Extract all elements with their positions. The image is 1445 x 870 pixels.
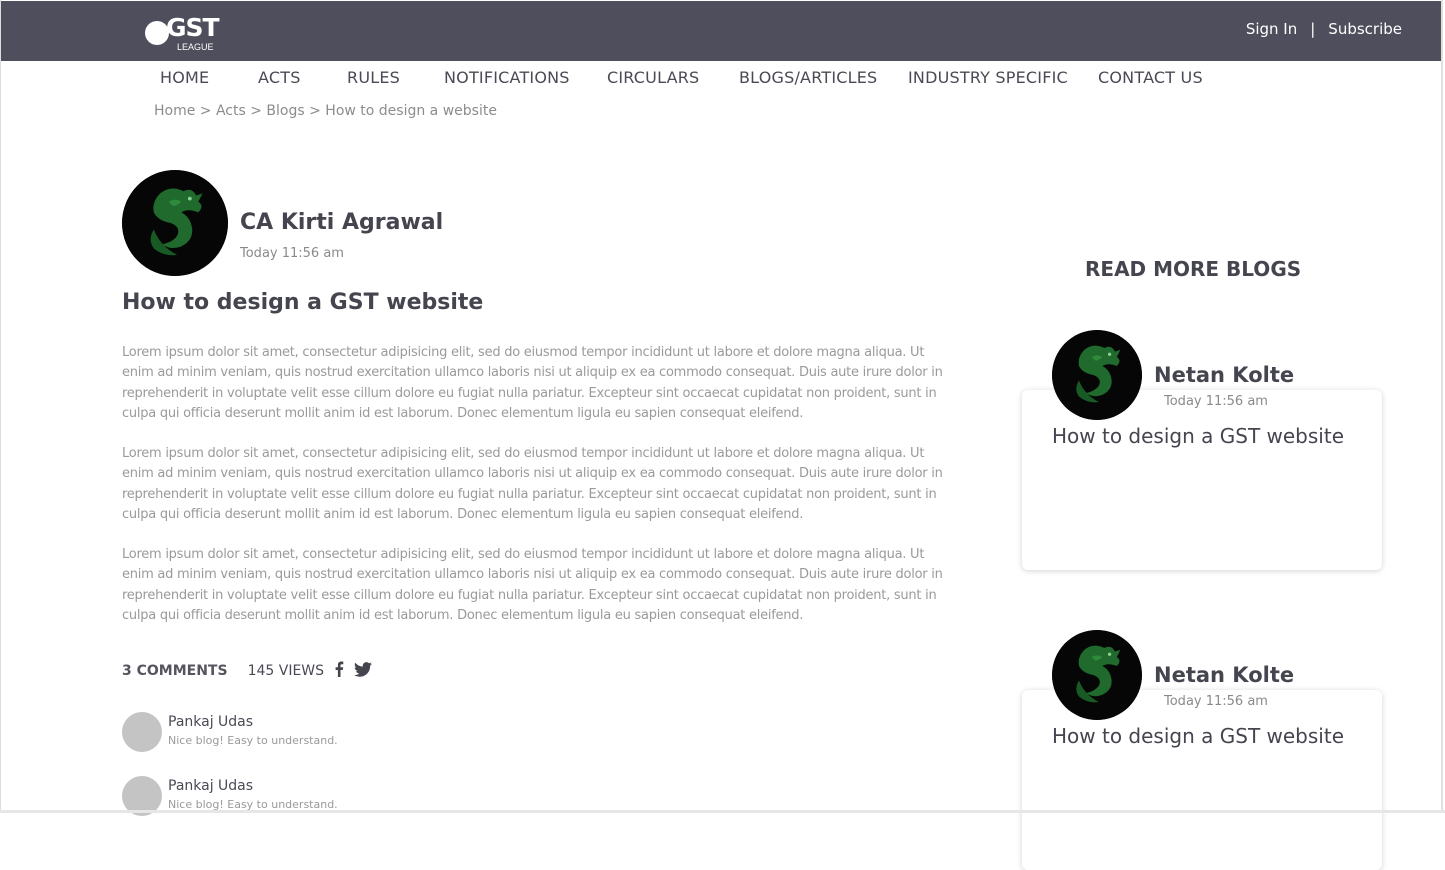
nav-item-circulars[interactable]: CIRCULARS bbox=[607, 68, 699, 87]
blog-card[interactable] bbox=[1022, 690, 1382, 870]
article-stats: 3 COMMENTS 145 VIEWS bbox=[122, 661, 373, 681]
card-date: Today 11:56 am bbox=[1164, 694, 1268, 709]
card-title[interactable]: How to design a GST website bbox=[1052, 424, 1344, 448]
nav-item-blogs-articles[interactable]: BLOGS/ARTICLES bbox=[739, 68, 877, 87]
comments-count[interactable]: 3 COMMENTS bbox=[122, 663, 228, 679]
breadcrumb[interactable]: Home > Acts > Blogs > How to design a we… bbox=[154, 103, 497, 119]
page-border-right bbox=[1441, 0, 1443, 813]
comment-item: Pankaj Udas Nice blog! Easy to understan… bbox=[122, 712, 522, 754]
dragon-logo-icon bbox=[1052, 330, 1142, 420]
nav-item-acts[interactable]: ACTS bbox=[258, 68, 301, 87]
facebook-icon[interactable] bbox=[334, 661, 344, 681]
twitter-icon[interactable] bbox=[354, 661, 373, 681]
article-paragraph: Lorem ipsum dolor sit amet, consectetur … bbox=[122, 345, 943, 421]
card-date: Today 11:56 am bbox=[1164, 394, 1268, 409]
card-author-avatar bbox=[1052, 330, 1142, 420]
post-date: Today 11:56 am bbox=[240, 246, 344, 261]
nav-item-home[interactable]: HOME bbox=[160, 68, 209, 87]
nav-item-contact-us[interactable]: CONTACT US bbox=[1098, 68, 1203, 87]
logo-text: GST bbox=[166, 13, 220, 42]
author-avatar bbox=[122, 170, 228, 276]
subscribe-link[interactable]: Subscribe bbox=[1328, 20, 1402, 38]
gst-league-logo[interactable]: GST LEAGUE bbox=[144, 13, 224, 55]
article-title: How to design a GST website bbox=[122, 290, 484, 315]
sign-in-link[interactable]: Sign In bbox=[1246, 20, 1297, 38]
author-name[interactable]: CA Kirti Agrawal bbox=[240, 210, 443, 235]
card-author-avatar bbox=[1052, 630, 1142, 720]
dragon-logo-icon bbox=[122, 170, 228, 276]
nav-item-rules[interactable]: RULES bbox=[347, 68, 400, 87]
read-more-blogs-heading: READ MORE BLOGS bbox=[1085, 257, 1302, 281]
article-paragraph: Lorem ipsum dolor sit amet, consectetur … bbox=[122, 547, 943, 623]
logo-subtext: LEAGUE bbox=[177, 42, 214, 52]
card-author-name[interactable]: Netan Kolte bbox=[1154, 363, 1294, 387]
commenter-avatar bbox=[122, 712, 162, 752]
card-title[interactable]: How to design a GST website bbox=[1052, 724, 1344, 748]
article-paragraph: Lorem ipsum dolor sit amet, consectetur … bbox=[122, 446, 943, 522]
views-count: 145 VIEWS bbox=[247, 663, 325, 679]
card-author-name[interactable]: Netan Kolte bbox=[1154, 663, 1294, 687]
blog-card[interactable] bbox=[1022, 390, 1382, 570]
nav-item-notifications[interactable]: NOTIFICATIONS bbox=[444, 68, 570, 87]
link-separator: | bbox=[1310, 20, 1316, 38]
account-links: Sign In | Subscribe bbox=[1246, 20, 1402, 38]
comment-text: Nice blog! Easy to understand. bbox=[168, 734, 338, 747]
page-border-left bbox=[0, 0, 1, 813]
nav-item-industry-specific[interactable]: INDUSTRY SPECIFIC bbox=[908, 68, 1068, 87]
comment-author[interactable]: Pankaj Udas bbox=[168, 714, 253, 730]
top-bar: GST LEAGUE Sign In | Subscribe bbox=[1, 1, 1442, 61]
dragon-logo-icon bbox=[1052, 630, 1142, 720]
comment-author[interactable]: Pankaj Udas bbox=[168, 778, 253, 794]
